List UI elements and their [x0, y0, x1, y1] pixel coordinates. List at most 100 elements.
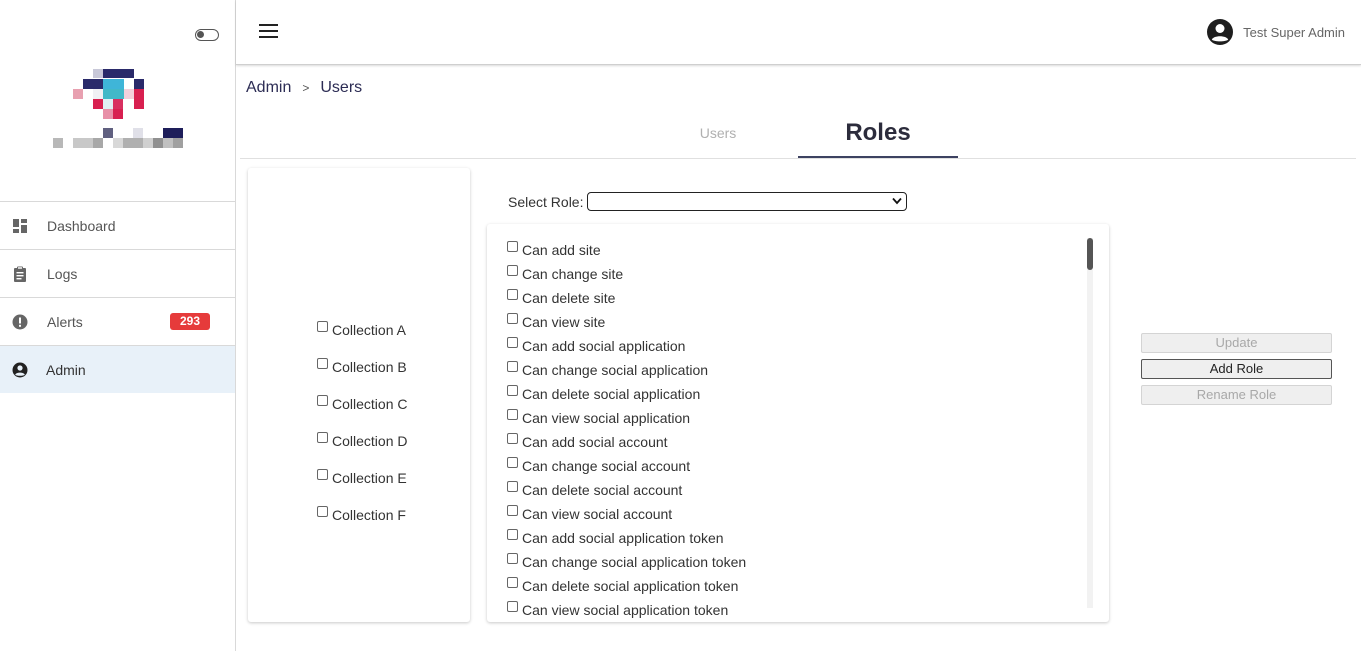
- permission-checkbox[interactable]: Can add social account: [507, 432, 668, 450]
- logo: [50, 66, 190, 156]
- scrollbar-thumb[interactable]: [1087, 238, 1093, 270]
- checkbox[interactable]: [507, 456, 518, 468]
- checkbox[interactable]: [507, 504, 518, 516]
- permission-label: Can delete social application: [522, 386, 701, 402]
- top-header: Test Super Admin: [236, 0, 1361, 65]
- account-circle-icon: [1207, 19, 1234, 45]
- role-select-label: Select Role:: [508, 193, 584, 210]
- checkbox[interactable]: [507, 432, 518, 444]
- account-circle-icon: [12, 362, 28, 378]
- permission-label: Can change site: [522, 266, 624, 282]
- permission-label: Can delete social application token: [522, 578, 739, 594]
- permission-checkbox[interactable]: Can add social application: [507, 336, 686, 354]
- permission-checkbox[interactable]: Can view social account: [507, 504, 673, 522]
- dashboard-icon: [13, 219, 27, 233]
- add-role-button[interactable]: Add Role: [1141, 359, 1332, 379]
- permission-checkbox[interactable]: Can delete social application: [507, 384, 701, 402]
- collection-label: Collection F: [332, 507, 406, 523]
- permission-label: Can change social application: [522, 362, 709, 378]
- theme-toggle[interactable]: [195, 29, 219, 41]
- permission-checkbox[interactable]: Can add social application token: [507, 528, 724, 546]
- checkbox[interactable]: [507, 480, 518, 492]
- update-button[interactable]: Update: [1141, 333, 1332, 353]
- permission-label: Can view social application token: [522, 602, 729, 618]
- collection-label: Collection D: [332, 433, 408, 449]
- checkbox[interactable]: [507, 600, 518, 612]
- permission-checkbox[interactable]: Can change social application token: [507, 552, 747, 570]
- permission-checkbox[interactable]: Can delete site: [507, 288, 616, 306]
- checkbox[interactable]: [317, 394, 328, 406]
- role-select[interactable]: [587, 192, 908, 211]
- breadcrumb-admin[interactable]: Admin: [246, 79, 291, 97]
- collections-panel: Collection A Collection B Collection C C…: [248, 168, 470, 622]
- sidebar-item-admin[interactable]: Admin: [0, 345, 235, 393]
- collection-checkbox[interactable]: Collection C: [317, 394, 408, 412]
- permission-label: Can add social account: [522, 434, 668, 450]
- breadcrumb-separator: >: [302, 81, 310, 95]
- collection-label: Collection E: [332, 470, 407, 486]
- checkbox[interactable]: [317, 320, 328, 332]
- permission-checkbox[interactable]: Can change social account: [507, 456, 691, 474]
- collection-label: Collection A: [332, 322, 406, 338]
- permission-checkbox[interactable]: Can delete social application token: [507, 576, 739, 594]
- sidebar-item-alerts[interactable]: Alerts 293: [0, 297, 235, 345]
- collection-checkbox[interactable]: Collection D: [317, 431, 408, 449]
- checkbox[interactable]: [507, 264, 518, 276]
- alerts-count-badge: 293: [170, 313, 210, 330]
- permission-label: Can change social account: [522, 458, 691, 474]
- rename-role-button[interactable]: Rename Role: [1141, 385, 1332, 405]
- checkbox[interactable]: [317, 468, 328, 480]
- permission-checkbox[interactable]: Can change site: [507, 264, 624, 282]
- tab-roles[interactable]: Roles: [798, 119, 958, 158]
- alert-icon: [12, 314, 28, 330]
- collection-checkbox[interactable]: Collection F: [317, 505, 406, 523]
- permission-checkbox[interactable]: Can add site: [507, 240, 601, 258]
- checkbox[interactable]: [507, 384, 518, 396]
- permission-label: Can add site: [522, 242, 601, 258]
- permission-checkbox[interactable]: Can delete social account: [507, 480, 682, 498]
- permission-checkbox[interactable]: Can view site: [507, 312, 606, 330]
- collection-checkbox[interactable]: Collection A: [317, 320, 406, 338]
- breadcrumb-users[interactable]: Users: [320, 79, 362, 97]
- permission-checkbox[interactable]: Can change social application: [507, 360, 709, 378]
- collection-checkbox[interactable]: Collection B: [317, 357, 407, 375]
- collection-checkbox[interactable]: Collection E: [317, 468, 407, 486]
- sidebar: Dashboard Logs Alerts 293 Admin: [0, 0, 236, 651]
- permission-label: Can add social application: [522, 338, 686, 354]
- collection-label: Collection C: [332, 396, 408, 412]
- permission-label: Can add social application token: [522, 530, 724, 546]
- permission-checkbox[interactable]: Can view social application: [507, 408, 691, 426]
- checkbox[interactable]: [317, 505, 328, 517]
- permission-label: Can view social application: [522, 410, 691, 426]
- permission-label: Can change social application token: [522, 554, 747, 570]
- checkbox[interactable]: [507, 336, 518, 348]
- checkbox[interactable]: [507, 576, 518, 588]
- sidebar-item-dashboard[interactable]: Dashboard: [0, 201, 235, 249]
- user-menu[interactable]: Test Super Admin: [1206, 18, 1345, 46]
- permission-label: Can delete site: [522, 290, 616, 306]
- permission-label: Can view site: [522, 314, 606, 330]
- checkbox[interactable]: [507, 552, 518, 564]
- permission-checkbox[interactable]: Can view social application token: [507, 600, 729, 618]
- checkbox[interactable]: [507, 312, 518, 324]
- checkbox[interactable]: [317, 431, 328, 443]
- tab-users[interactable]: Users: [638, 125, 798, 141]
- chevron-down-icon: [892, 197, 903, 205]
- breadcrumb: Admin > Users: [246, 79, 362, 97]
- sidebar-item-logs[interactable]: Logs: [0, 249, 235, 297]
- checkbox[interactable]: [507, 408, 518, 420]
- checkbox[interactable]: [507, 240, 518, 252]
- sidebar-item-label: Admin: [46, 361, 86, 378]
- user-name: Test Super Admin: [1243, 24, 1345, 40]
- menu-icon[interactable]: [259, 24, 278, 40]
- sidebar-nav: Dashboard Logs Alerts 293 Admin: [0, 201, 235, 393]
- role-select-row: Select Role:: [508, 192, 908, 211]
- checkbox[interactable]: [507, 528, 518, 540]
- checkbox[interactable]: [507, 288, 518, 300]
- clipboard-icon: [14, 266, 26, 282]
- checkbox[interactable]: [317, 357, 328, 369]
- checkbox[interactable]: [507, 360, 518, 372]
- toggle-knob: [197, 31, 204, 38]
- permissions-scrollbar[interactable]: [1087, 238, 1093, 608]
- permission-label: Can view social account: [522, 506, 673, 522]
